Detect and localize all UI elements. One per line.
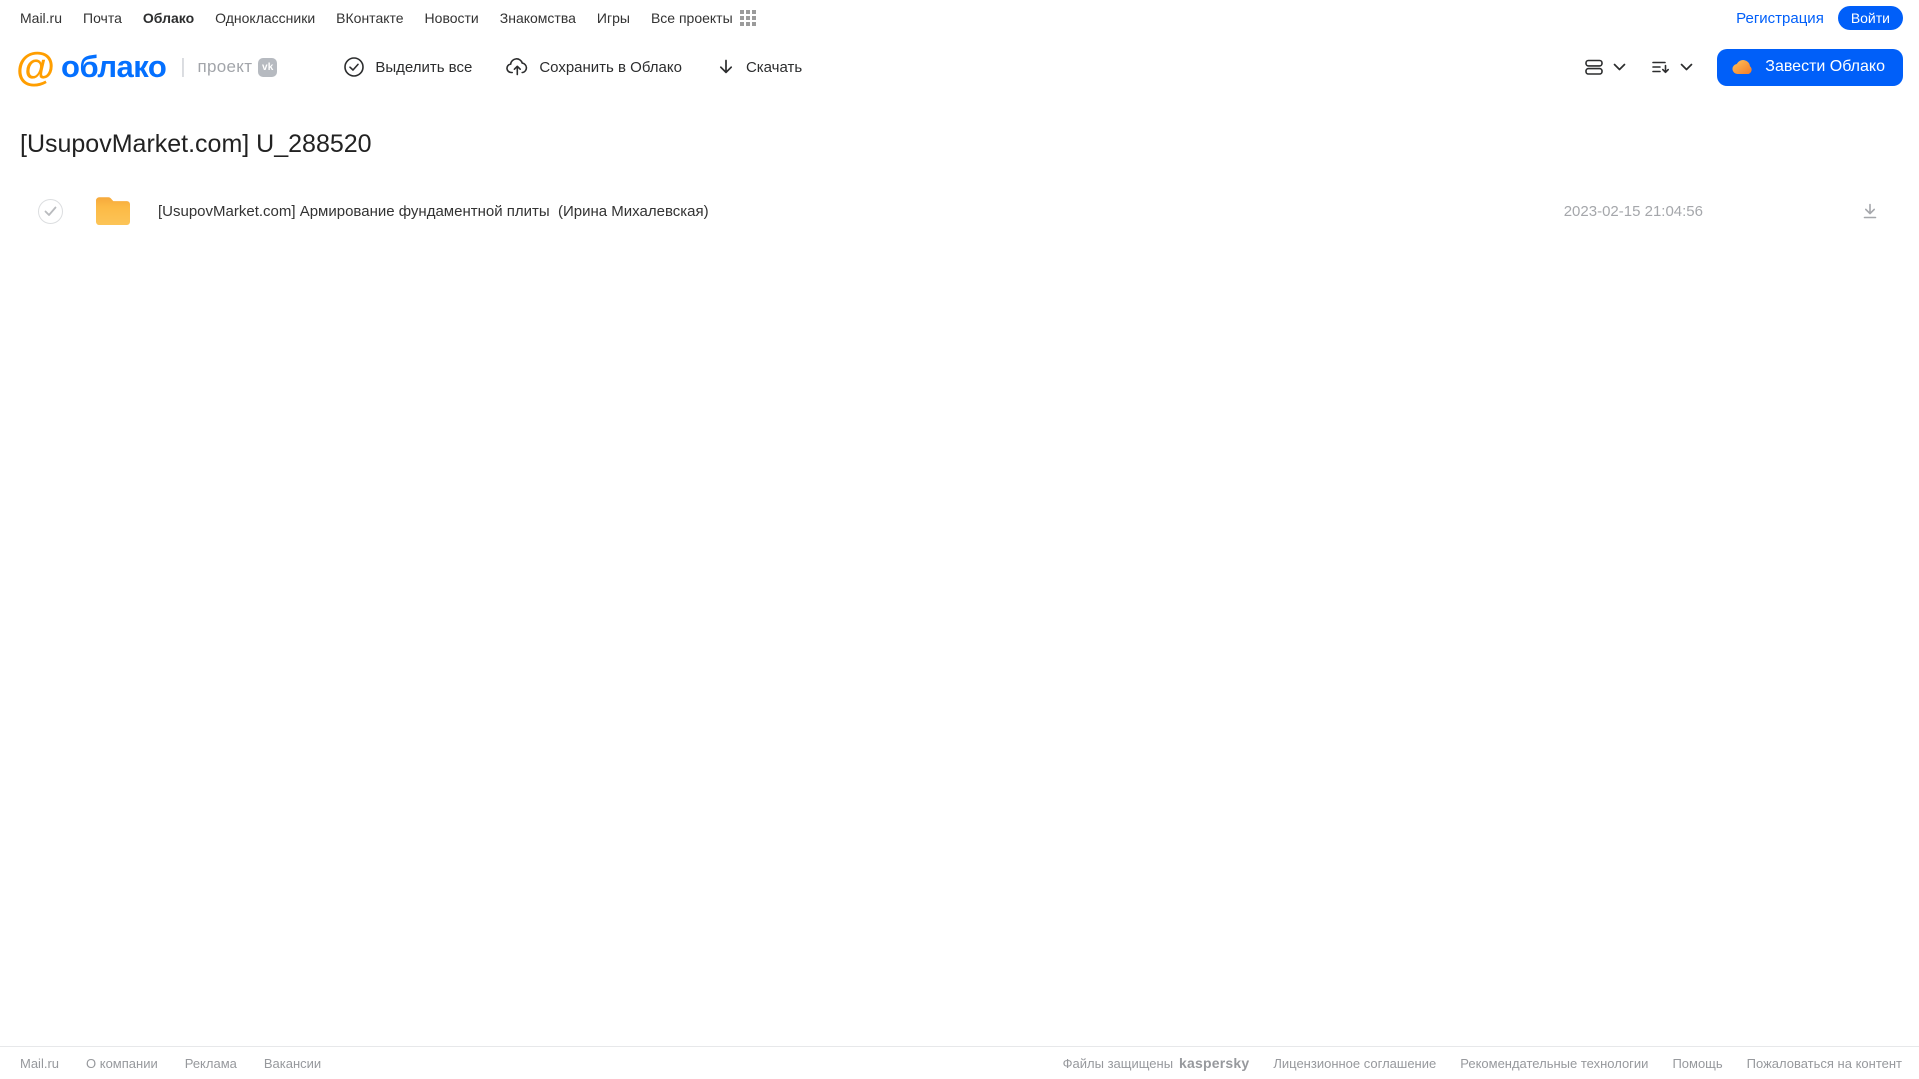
cloud-upload-icon	[506, 56, 529, 78]
nav-vkontakte[interactable]: ВКонтакте	[336, 10, 403, 26]
folder-icon	[93, 194, 133, 228]
mailru-at-icon: @	[16, 45, 56, 89]
row-checkbox[interactable]	[38, 198, 63, 224]
sort-dropdown[interactable]	[1650, 56, 1693, 78]
download-button[interactable]: Скачать	[716, 57, 802, 77]
save-to-cloud-button[interactable]: Сохранить в Облако	[506, 56, 682, 78]
footer-recommendation-tech[interactable]: Рекомендательные технологии	[1460, 1056, 1648, 1071]
footer-jobs[interactable]: Вакансии	[264, 1056, 321, 1071]
get-cloud-label: Завести Облако	[1765, 58, 1885, 75]
cloud-icon	[1731, 58, 1755, 76]
row-download-icon[interactable]	[1861, 202, 1879, 220]
logo-project-label: проект vk	[198, 57, 278, 77]
file-name-link[interactable]: [UsupovMarket.com] Армирование фундамент…	[158, 203, 709, 220]
footer-about[interactable]: О компании	[86, 1056, 158, 1071]
protected-text: Файлы защищены	[1062, 1055, 1174, 1071]
save-to-cloud-label: Сохранить в Облако	[539, 58, 682, 76]
download-label: Скачать	[745, 58, 803, 76]
view-mode-dropdown[interactable]	[1583, 56, 1626, 78]
logo-text: облако	[61, 49, 167, 84]
chevron-down-icon	[1680, 63, 1693, 71]
sort-icon	[1650, 56, 1672, 78]
footer-left-links: Mail.ru О компании Реклама Вакансии	[20, 1056, 321, 1071]
header-bar: @ облако | проект vk Выделить все Сохран…	[0, 36, 1919, 98]
footer-right-links: Файлы защищены kaspersky Лицензионное со…	[1063, 1055, 1902, 1071]
vk-badge-icon: vk	[258, 57, 278, 77]
get-cloud-button[interactable]: Завести Облако	[1717, 48, 1903, 86]
logo-divider: |	[180, 55, 186, 78]
nav-pochta[interactable]: Почта	[83, 10, 122, 26]
view-mode-icon	[1583, 56, 1605, 78]
cloud-logo[interactable]: @ облако | проект vk	[16, 45, 278, 89]
apps-grid-icon[interactable]	[739, 10, 756, 26]
file-row[interactable]: [UsupovMarket.com] Армирование фундамент…	[0, 183, 1919, 239]
chevron-down-icon	[1613, 63, 1626, 71]
footer-help[interactable]: Помощь	[1672, 1056, 1722, 1071]
select-all-label: Выделить все	[375, 58, 473, 76]
nav-igry[interactable]: Игры	[597, 10, 630, 26]
nav-mailru[interactable]: Mail.ru	[20, 10, 62, 26]
project-text: проект	[197, 57, 253, 76]
kaspersky-protection: Файлы защищены kaspersky	[1063, 1055, 1250, 1071]
footer-ads[interactable]: Реклама	[185, 1056, 237, 1071]
nav-odnoklassniki[interactable]: Одноклассники	[215, 10, 315, 26]
kaspersky-logo[interactable]: kaspersky	[1179, 1055, 1249, 1071]
footer-mailru[interactable]: Mail.ru	[20, 1056, 59, 1071]
checkmark-icon	[44, 206, 57, 216]
top-nav-links: Mail.ru Почта Облако Одноклассники ВКонт…	[20, 10, 756, 26]
check-circle-icon	[343, 56, 365, 78]
registration-link[interactable]: Регистрация	[1736, 10, 1824, 27]
footer-license[interactable]: Лицензионное соглашение	[1273, 1056, 1436, 1071]
footer: Mail.ru О компании Реклама Вакансии Файл…	[0, 1046, 1919, 1079]
nav-znakomstva[interactable]: Знакомства	[500, 10, 576, 26]
top-nav-auth: Регистрация Войти	[1736, 6, 1903, 30]
nav-novosti[interactable]: Новости	[425, 10, 479, 26]
nav-oblako[interactable]: Облако	[143, 10, 194, 26]
footer-report-content[interactable]: Пожаловаться на контент	[1747, 1056, 1902, 1071]
page-title: [UsupovMarket.com] U_288520	[20, 130, 372, 158]
main-content: [UsupovMarket.com] U_288520 [UsupovMarke…	[0, 130, 1919, 239]
select-all-button[interactable]: Выделить все	[343, 56, 472, 78]
download-arrow-icon	[716, 57, 736, 77]
file-toolbar: Выделить все Сохранить в Облако Скачать	[343, 56, 802, 78]
header-right-controls: Завести Облако	[1583, 48, 1903, 86]
nav-all-projects[interactable]: Все проекты	[651, 10, 756, 26]
nav-all-projects-label[interactable]: Все проекты	[651, 10, 733, 26]
login-button[interactable]: Войти	[1837, 6, 1903, 30]
file-date: 2023-02-15 21:04:56	[1563, 202, 1703, 220]
top-nav: Mail.ru Почта Облако Одноклассники ВКонт…	[0, 0, 1919, 36]
